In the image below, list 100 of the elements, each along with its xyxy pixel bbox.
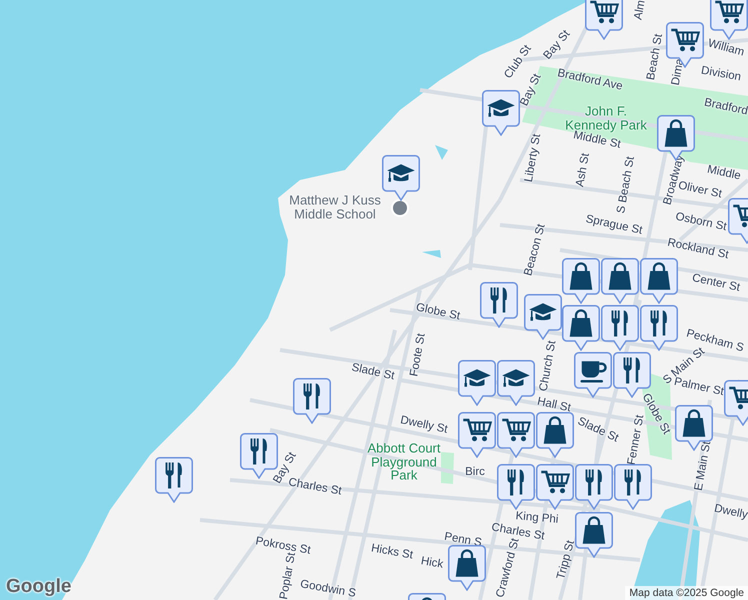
graduation-cap-icon [502, 369, 530, 387]
map-logo: Google [6, 576, 72, 598]
fork-and-knife-icon [508, 468, 524, 496]
shopping-cart-icon [729, 386, 748, 410]
street-label: Bay St [518, 72, 544, 108]
map-pin[interactable] [458, 360, 496, 406]
map-pin[interactable] [675, 405, 713, 451]
shopping-bag-icon [570, 262, 592, 290]
street-label: Church St [538, 340, 558, 392]
shopping-bag-icon [582, 516, 606, 544]
map-pin[interactable] [574, 352, 612, 398]
map-pin[interactable] [575, 464, 613, 510]
shopping-cart-icon [502, 418, 532, 442]
shopping-bag-icon [456, 549, 478, 577]
map-pin[interactable] [575, 512, 613, 558]
street-label: King Phi [515, 510, 559, 526]
street-label: Osborn St [674, 210, 728, 234]
fork-and-knife-icon [490, 286, 507, 314]
street-label: Sprague St [584, 213, 644, 237]
map-pin[interactable] [497, 360, 535, 406]
shopping-bag-icon [420, 597, 434, 600]
map-pin[interactable] [640, 258, 678, 304]
street-label: Bradford [703, 96, 748, 118]
street-label: Tripp St [555, 539, 577, 581]
graduation-cap-icon [387, 164, 415, 182]
map-pin[interactable] [482, 90, 520, 136]
pond [422, 250, 441, 258]
fork-and-knife-icon [624, 356, 640, 384]
shopping-bag-icon [570, 309, 592, 337]
map-pin[interactable] [562, 258, 600, 304]
map-pin[interactable] [585, 0, 623, 40]
map-pin[interactable] [614, 464, 652, 510]
pond [435, 145, 448, 160]
fork-and-knife-icon [166, 462, 182, 488]
map-pin[interactable] [382, 155, 420, 201]
street-label: Crawford St [494, 537, 522, 599]
street-label: Birc [465, 466, 485, 478]
map-pin[interactable] [497, 464, 535, 510]
shopping-bag-icon [682, 409, 706, 437]
street-label: Beacon St [522, 222, 548, 278]
map-pin[interactable] [524, 294, 562, 340]
street-label: Bay St [542, 28, 572, 62]
shopping-bag-icon [544, 416, 566, 444]
street-label: Alm [632, 0, 648, 21]
street-label: Middle [706, 164, 742, 182]
graduation-cap-icon [463, 369, 491, 387]
map-pin[interactable] [562, 305, 600, 351]
map-pin[interactable] [640, 305, 678, 351]
map-pin[interactable] [536, 464, 574, 510]
shopping-bag-icon [664, 119, 688, 147]
street-label: Foote St [408, 332, 428, 378]
map-pin[interactable] [497, 412, 535, 458]
map-pin[interactable] [155, 457, 193, 503]
street-label: Center St [691, 272, 741, 294]
map-pin[interactable] [536, 412, 574, 458]
street-label: Globe St [414, 301, 462, 323]
street-label: E Main St [692, 440, 714, 492]
map-pin[interactable] [480, 282, 518, 328]
map-pin[interactable] [293, 378, 331, 424]
map-pin[interactable] [710, 0, 748, 40]
map-pin[interactable] [601, 305, 639, 351]
street-label: Ash St [574, 152, 592, 188]
street-label: Palmer St [673, 376, 725, 398]
street-label: Charles St [288, 476, 342, 498]
shopping-cart-icon [671, 28, 700, 52]
fork-and-knife-icon [650, 310, 667, 336]
fork-and-knife-icon [250, 438, 267, 464]
map-pin[interactable] [458, 412, 496, 458]
fork-and-knife-icon [304, 382, 320, 410]
coffee-cup-icon [580, 361, 607, 382]
park-label: John F. Kennedy Park [565, 104, 647, 132]
street-label: Poplar St [278, 552, 298, 600]
fork-and-knife-icon [612, 310, 628, 336]
street-label: Liberty St [522, 133, 544, 183]
map-pin[interactable] [601, 258, 639, 304]
street-label: Hicks St [370, 542, 414, 562]
street-label: Goodwin S [299, 578, 357, 600]
street-label: Fenner St [626, 414, 646, 466]
street-label: Slade St [576, 415, 620, 445]
shopping-cart-icon [541, 470, 570, 494]
street-label: S Beach St [615, 156, 637, 214]
school-label: Matthew J Kuss Middle School [289, 193, 381, 221]
street-label: Rockland St [666, 236, 730, 262]
map-attribution: Map data ©2025 Google [625, 586, 748, 600]
park-label: Abbott Court Playground Park [368, 442, 440, 482]
street-label: Beach St [645, 32, 665, 82]
fork-and-knife-icon [624, 468, 641, 496]
street-label: Bradford Ave [556, 67, 624, 93]
street-label: Division [700, 64, 742, 84]
shopping-cart-icon [715, 0, 744, 24]
shopping-bag-icon [648, 262, 670, 290]
street-label: Hall St [536, 396, 572, 414]
map-pin[interactable] [448, 545, 486, 591]
street-label: Slade St [350, 362, 396, 382]
fork-and-knife-icon [586, 468, 602, 496]
graduation-cap-icon [529, 303, 557, 321]
graduation-cap-icon [487, 99, 515, 117]
street-label: Dwelly St [399, 414, 449, 436]
shopping-bag-icon [608, 262, 632, 290]
shopping-cart-icon [733, 204, 748, 228]
